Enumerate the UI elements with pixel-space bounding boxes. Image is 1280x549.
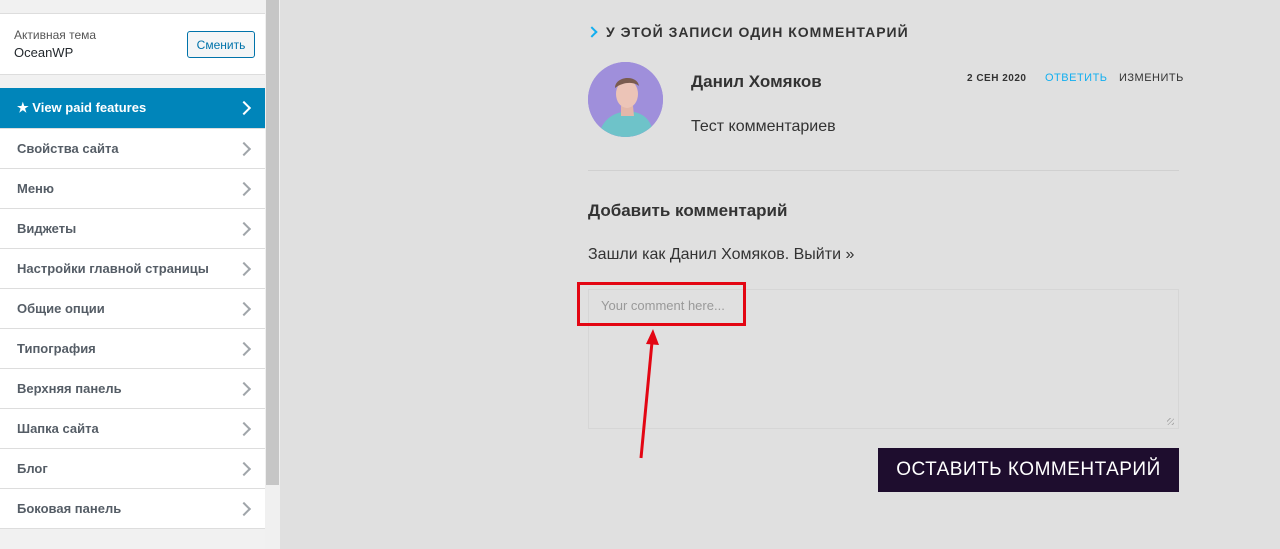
customizer-menu: ★ View paid features Свойства сайта Меню… [0, 88, 265, 529]
sidebar-item-homepage-settings[interactable]: Настройки главной страницы [0, 249, 265, 289]
chevron-right-icon [236, 461, 252, 476]
comments-divider [588, 170, 1179, 171]
logout-link[interactable]: Выйти » [794, 246, 855, 263]
comment-author[interactable]: Данил Хомяков [691, 72, 822, 92]
customizer-sidebar: Активная тема OceanWP Сменить ★ View pai… [0, 0, 266, 549]
comments-title-text: У ЭТОЙ ЗАПИСИ ОДИН КОММЕНТАРИЙ [606, 24, 909, 40]
sidebar-item-label: Меню [17, 181, 55, 196]
logged-in-text: Зашли как Данил Хомяков. Выйти » [588, 246, 854, 264]
sidebar-item-site-identity[interactable]: Свойства сайта [0, 129, 265, 169]
chevron-right-icon [236, 501, 252, 516]
sidebar-item-widgets[interactable]: Виджеты [0, 209, 265, 249]
add-comment-title: Добавить комментарий [588, 201, 788, 220]
sidebar-item-label: Виджеты [17, 221, 77, 236]
sidebar-item-label: Типография [17, 341, 96, 356]
avatar-portrait-image [588, 62, 663, 137]
sidebar-item-blog[interactable]: Блог [0, 449, 265, 489]
sidebar-item-general-options[interactable]: Общие опции [0, 289, 265, 329]
chevron-right-icon [236, 100, 252, 116]
sidebar-item-label: Общие опции [17, 301, 105, 316]
edit-link[interactable]: ИЗМЕНИТЬ [1119, 72, 1184, 84]
resize-handle-icon[interactable] [1167, 418, 1174, 425]
sidebar-item-menus[interactable]: Меню [0, 169, 265, 209]
logged-in-user-link[interactable]: Данил Хомяков [670, 246, 785, 263]
sidebar-item-label: Верхняя панель [17, 381, 122, 396]
sidebar-item-label: Боковая панель [17, 501, 122, 516]
avatar [588, 62, 663, 137]
reply-link[interactable]: ОТВЕТИТЬ [1045, 72, 1108, 84]
sidebar-item-header[interactable]: Шапка сайта [0, 409, 265, 449]
sidebar-scrollbar-thumb[interactable] [266, 0, 279, 485]
chevron-right-icon [236, 301, 252, 316]
sidebar-item-label: Настройки главной страницы [17, 261, 209, 276]
logged-in-prefix: Зашли как [588, 246, 670, 263]
chevron-right-icon [586, 26, 598, 38]
chevron-right-icon [236, 341, 252, 356]
chevron-right-icon [236, 221, 252, 236]
active-theme-panel: Активная тема OceanWP Сменить [0, 13, 265, 75]
change-theme-button[interactable]: Сменить [187, 31, 255, 58]
sidebar-item-label: Блог [17, 461, 48, 476]
chevron-right-icon [236, 381, 252, 396]
sidebar-item-typography[interactable]: Типография [0, 329, 265, 369]
logged-in-separator: . [784, 246, 794, 263]
comments-title: У ЭТОЙ ЗАПИСИ ОДИН КОММЕНТАРИЙ [586, 24, 909, 40]
sidebar-item-top-bar[interactable]: Верхняя панель [0, 369, 265, 409]
sidebar-item-label: ★ View paid features [17, 100, 147, 115]
sidebar-item-label: Свойства сайта [17, 141, 119, 156]
comment-text: Тест комментариев [691, 118, 836, 135]
chevron-right-icon [236, 141, 252, 156]
chevron-right-icon [236, 181, 252, 196]
chevron-right-icon [236, 421, 252, 436]
sidebar-item-view-paid-features[interactable]: ★ View paid features [0, 88, 265, 129]
chevron-right-icon [236, 261, 252, 276]
sidebar-item-label: Шапка сайта [17, 421, 99, 436]
sidebar-item-sidebar[interactable]: Боковая панель [0, 489, 265, 529]
submit-comment-button[interactable]: ОСТАВИТЬ КОММЕНТАРИЙ [878, 448, 1179, 492]
annotation-highlight-box [577, 282, 746, 326]
active-theme-label: Активная тема [14, 28, 97, 42]
comment-date: 2 СЕН 2020 [967, 73, 1027, 84]
active-theme-name: OceanWP [14, 45, 74, 60]
